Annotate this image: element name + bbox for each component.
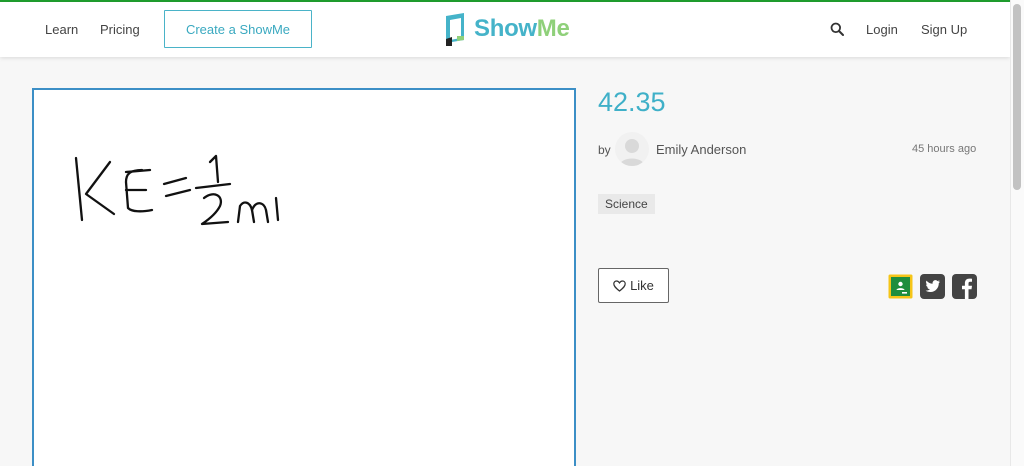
- google-classroom-icon[interactable]: [888, 274, 913, 299]
- user-avatar-icon[interactable]: [615, 132, 649, 166]
- scrollbar-thumb[interactable]: [1013, 4, 1021, 190]
- showme-logo[interactable]: ShowMe: [443, 12, 570, 46]
- subject-tag[interactable]: Science: [598, 194, 655, 214]
- author-name[interactable]: Emily Anderson: [656, 142, 746, 157]
- showme-player[interactable]: [32, 88, 576, 466]
- by-label: by: [598, 143, 611, 157]
- signup-link[interactable]: Sign Up: [921, 22, 967, 37]
- logo-me-text: Me: [536, 15, 570, 42]
- login-link[interactable]: Login: [866, 22, 898, 37]
- nav-pricing-link[interactable]: Pricing: [100, 22, 140, 37]
- nav-learn-link[interactable]: Learn: [45, 22, 78, 37]
- showme-title: 42.35: [598, 87, 666, 117]
- facebook-icon[interactable]: [952, 274, 977, 299]
- logo-show-text: Show: [474, 15, 537, 42]
- like-label: Like: [630, 278, 654, 293]
- search-icon[interactable]: [830, 22, 844, 36]
- like-button[interactable]: Like: [598, 268, 669, 303]
- create-showme-button[interactable]: Create a ShowMe: [164, 10, 312, 48]
- logo-mark-icon: [446, 13, 464, 46]
- avatar-silhouette: [619, 139, 645, 166]
- logo-text: ShowMe: [474, 15, 570, 43]
- whiteboard-drawing: [74, 154, 280, 226]
- heart-icon: [613, 279, 626, 292]
- site-header: Learn Pricing Create a ShowMe ShowMe Log…: [0, 2, 1010, 57]
- twitter-icon[interactable]: [920, 274, 945, 299]
- post-timestamp: 45 hours ago: [912, 143, 977, 155]
